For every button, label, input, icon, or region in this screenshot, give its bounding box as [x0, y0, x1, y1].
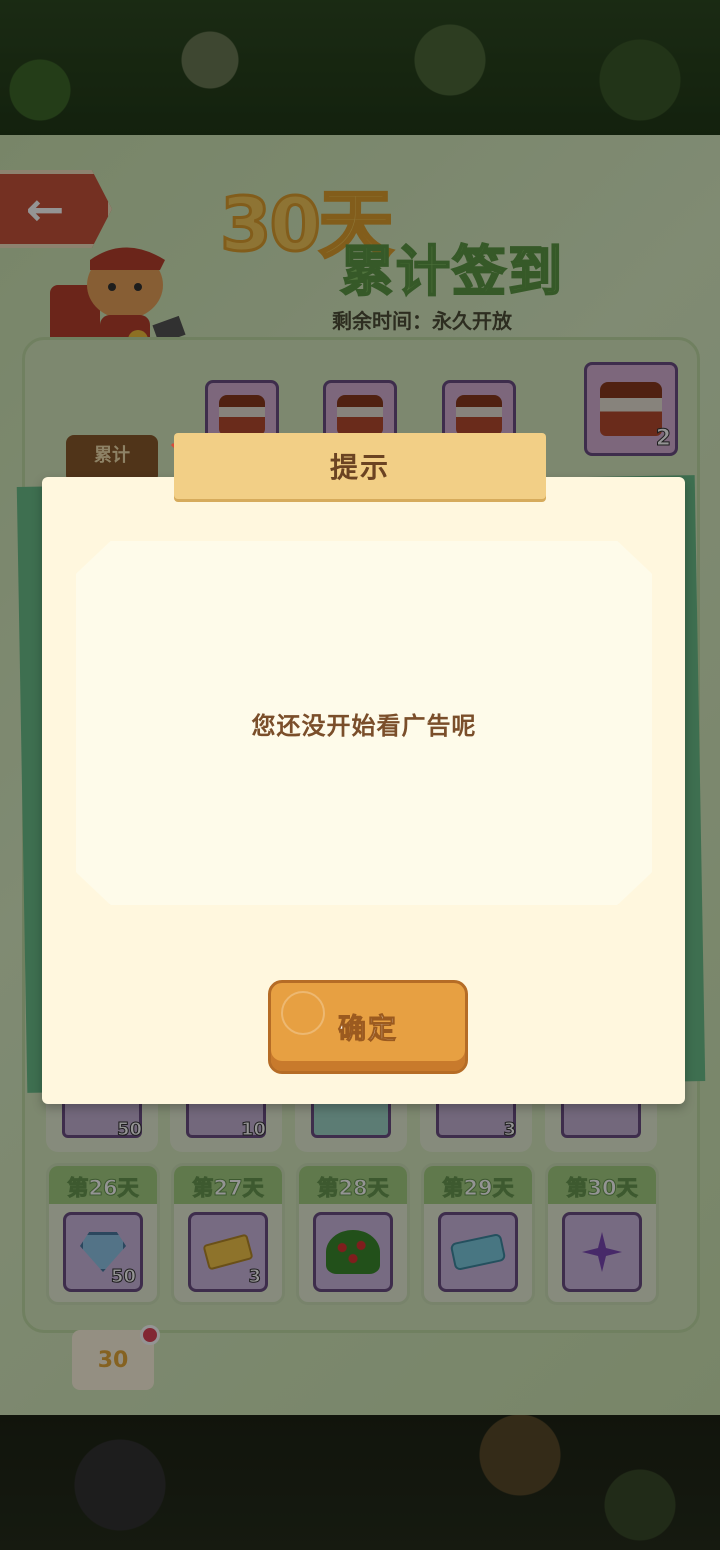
confirm-label: 确定	[337, 1012, 398, 1046]
confirm-button[interactable]: 确定	[268, 980, 468, 1074]
dialog-title-ribbon: 提示	[174, 433, 546, 499]
dialog-message: 您还没开始看广告呢	[251, 711, 477, 740]
dialog-title: 提示	[329, 451, 390, 484]
message-card: 您还没开始看广告呢	[76, 541, 652, 905]
